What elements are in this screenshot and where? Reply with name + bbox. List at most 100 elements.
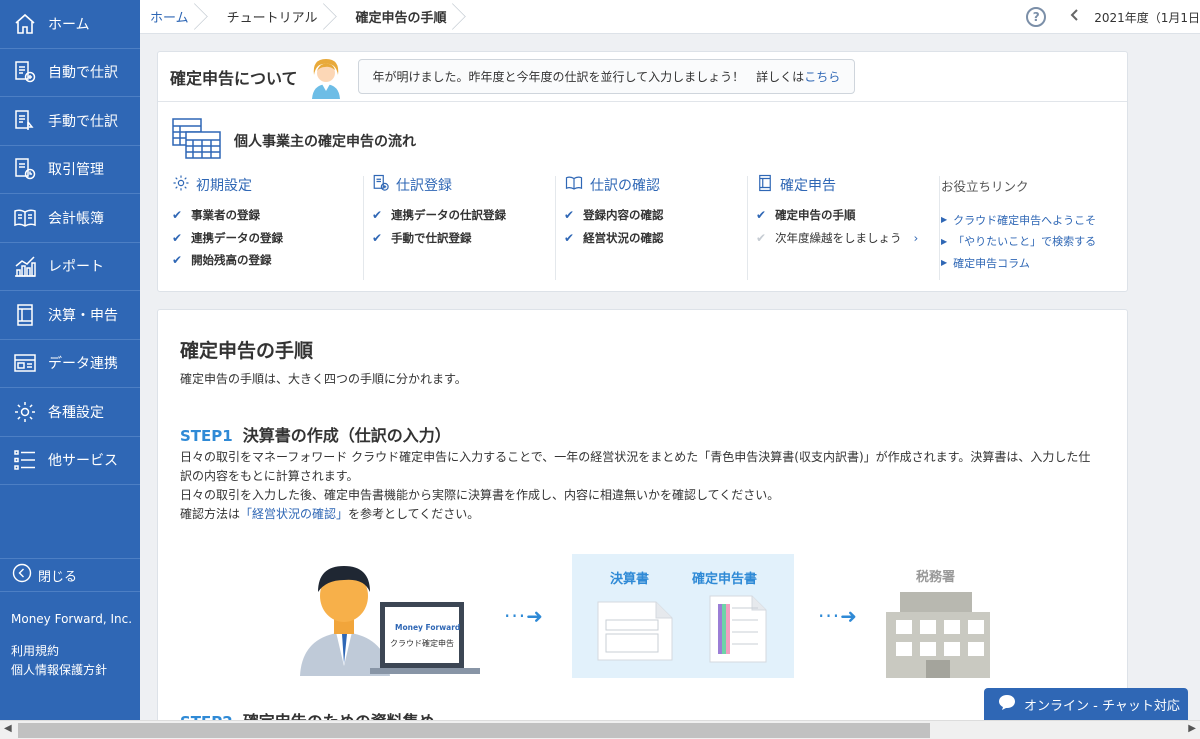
flow-check-label: 連携データの仕訳登録 bbox=[391, 208, 507, 223]
business-status-link[interactable]: 「経営状況の確認」 bbox=[240, 507, 348, 521]
flow-column-head: 初期設定 bbox=[196, 178, 252, 194]
fiscal-year-selector[interactable]: 2021年度（1月1日 bbox=[1094, 9, 1200, 26]
tax-return-form-label: 確定申告書 bbox=[692, 572, 758, 587]
chevron-left-icon[interactable] bbox=[1070, 9, 1080, 25]
step1-paragraph: 日々の取引をマネーフォワード クラウド確定申告に入力することで、一年の経営状況を… bbox=[180, 450, 1091, 483]
sidebar-item-data-link[interactable]: データ連携 bbox=[0, 340, 140, 388]
settlement-icon bbox=[756, 174, 774, 196]
useful-link[interactable]: ▶ 確定申告コラム bbox=[941, 252, 1096, 274]
sidebar-item-report[interactable]: レポート bbox=[0, 243, 140, 291]
breadcrumb-home[interactable]: ホーム bbox=[140, 0, 201, 34]
tax-return-document-icon bbox=[708, 594, 768, 668]
help-icon[interactable]: ? bbox=[1026, 7, 1047, 27]
breadcrumb-home-link[interactable]: ホーム bbox=[150, 7, 189, 26]
flow-check-item[interactable]: ✔ 経営状況の確認 bbox=[564, 227, 747, 250]
step1-paragraph: 確認方法は「経営状況の確認」を参考としてください。 bbox=[180, 505, 1100, 524]
useful-link-label: 確定申告コラム bbox=[953, 256, 1030, 270]
flow-check-label: 手動で仕訳登録 bbox=[391, 230, 472, 245]
privacy-link[interactable]: 個人情報保護方針 bbox=[11, 661, 107, 680]
sidebar-item-manual-journal[interactable]: 手動で仕訳 bbox=[0, 97, 140, 146]
flow-column-tax-return: 確定申告 ✔ 確定申告の手順 ✔ 次年度繰越をしましょう › bbox=[748, 174, 940, 280]
horizontal-scrollbar[interactable]: ◀ ▶ bbox=[0, 720, 1200, 739]
tax-forms-icon bbox=[172, 118, 222, 164]
close-label: 閉じる bbox=[38, 569, 78, 585]
sidebar-item-home[interactable]: ホーム bbox=[0, 0, 140, 49]
flow-column-journal-review: 仕訳の確認 ✔ 登録内容の確認 ✔ 経営状況の確認 bbox=[556, 176, 748, 280]
documents-box: 決算書 確定申告書 bbox=[572, 554, 794, 678]
home-icon bbox=[12, 11, 38, 37]
scroll-right-icon[interactable]: ▶ bbox=[1188, 723, 1196, 734]
assistant-avatar bbox=[308, 55, 344, 99]
check-icon: ✔ bbox=[372, 230, 383, 245]
flow-check-label: 確定申告の手順 bbox=[775, 208, 856, 223]
flow-check-item-pending[interactable]: ✔ 次年度繰越をしましょう › bbox=[756, 227, 939, 250]
sidebar-item-auto-journal[interactable]: 自動で仕訳 bbox=[0, 49, 140, 97]
flow-check-item[interactable]: ✔ 開始残高の登録 bbox=[172, 249, 363, 272]
sidebar-item-books[interactable]: 会計帳簿 bbox=[0, 194, 140, 243]
sidebar-item-settlement[interactable]: 決算・申告 bbox=[0, 291, 140, 340]
useful-link[interactable]: ▶ 「やりたいこと」で検索する bbox=[941, 231, 1096, 253]
list-icon bbox=[12, 447, 38, 473]
sidebar-item-label: 決算・申告 bbox=[48, 307, 118, 324]
flow-column-head: 仕訳の確認 bbox=[590, 178, 660, 194]
flow-check-label: 次年度繰越をしましょう bbox=[775, 230, 902, 245]
gear-icon bbox=[12, 399, 38, 425]
step1-text: 確認方法は bbox=[180, 507, 241, 521]
triangle-right-icon: ▶ bbox=[941, 258, 948, 268]
useful-link-label: 「やりたいこと」で検索する bbox=[953, 235, 1097, 249]
tax-office-building-icon bbox=[886, 592, 990, 682]
terms-link[interactable]: 利用規約 bbox=[11, 642, 107, 661]
flow-column-journal-entry: 仕訳登録 ✔ 連携データの仕訳登録 ✔ 手動で仕訳登録 bbox=[364, 174, 556, 280]
flow-check-label: 連携データの登録 bbox=[191, 230, 284, 245]
check-icon: ✔ bbox=[172, 253, 183, 268]
about-title: 確定申告について bbox=[170, 68, 298, 88]
useful-link-label: クラウド確定申告へようこそ bbox=[953, 213, 1097, 227]
arrow-right-icon: ···➜ bbox=[818, 604, 858, 628]
flow-check-label: 登録内容の確認 bbox=[583, 208, 664, 223]
triangle-right-icon: ▶ bbox=[941, 236, 948, 246]
flow-check-item[interactable]: ✔ 確定申告の手順 bbox=[756, 204, 939, 227]
step1-description: 日々の取引をマネーフォワード クラウド確定申告に入力することで、一年の経営状況を… bbox=[180, 448, 1100, 524]
useful-link[interactable]: ▶ クラウド確定申告へようこそ bbox=[941, 209, 1096, 231]
tax-return-steps-card: 確定申告の手順 確定申告の手順は、大きく四つの手順に分かれます。 STEP1 決… bbox=[157, 309, 1128, 729]
flow-check-item[interactable]: ✔ 事業者の登録 bbox=[172, 204, 363, 227]
user-with-laptop-illustration: Money Forward クラウド確定申告 bbox=[298, 558, 484, 680]
steps-intro: 確定申告の手順は、大きく四つの手順に分かれます。 bbox=[180, 372, 467, 386]
scrollbar-thumb[interactable] bbox=[18, 723, 930, 738]
about-message-text: 年が明けました。昨年度と今年度の仕訳を並行して入力しましょう！ 詳しくは bbox=[372, 70, 805, 84]
sidebar-item-transactions[interactable]: 取引管理 bbox=[0, 146, 140, 194]
check-icon: ✔ bbox=[564, 230, 575, 245]
gear-icon bbox=[172, 174, 190, 196]
top-bar: ホーム チュートリアル 確定申告の手順 ? 2021年度（1月1日 bbox=[140, 0, 1200, 34]
flow-column-head: 仕訳登録 bbox=[396, 178, 452, 194]
flow-check-item[interactable]: ✔ 登録内容の確認 bbox=[564, 204, 747, 227]
sidebar-item-settings[interactable]: 各種設定 bbox=[0, 388, 140, 437]
flow-check-label: 事業者の登録 bbox=[191, 208, 261, 223]
breadcrumb-current-label: 確定申告の手順 bbox=[355, 11, 447, 26]
settlement-icon bbox=[12, 302, 38, 328]
check-icon: ✔ bbox=[756, 208, 767, 223]
sidebar-item-other-services[interactable]: 他サービス bbox=[0, 437, 140, 485]
sidebar-item-label: 自動で仕訳 bbox=[48, 65, 118, 82]
check-icon: ✔ bbox=[172, 230, 183, 245]
breadcrumb-current: 確定申告の手順 bbox=[346, 0, 459, 34]
breadcrumb-tutorial[interactable]: チュートリアル bbox=[217, 0, 330, 34]
sidebar-item-label: データ連携 bbox=[48, 356, 118, 373]
transaction-icon bbox=[12, 156, 38, 182]
flow-check-item[interactable]: ✔ 連携データの登録 bbox=[172, 227, 363, 250]
sidebar-item-label: レポート bbox=[48, 259, 104, 276]
laptop-product-text: クラウド確定申告 bbox=[390, 638, 454, 648]
data-link-icon bbox=[12, 350, 38, 376]
step1-number: STEP1 bbox=[180, 427, 233, 445]
flow-check-item[interactable]: ✔ 手動で仕訳登録 bbox=[372, 227, 555, 250]
sidebar-close-button[interactable]: 閉じる bbox=[0, 558, 140, 592]
flow-check-item[interactable]: ✔ 連携データの仕訳登録 bbox=[372, 204, 555, 227]
scroll-left-icon[interactable]: ◀ bbox=[4, 723, 12, 734]
useful-links: お役立ちリンク ▶ クラウド確定申告へようこそ ▶ 「やりたいこと」で検索する ▶ 確… bbox=[941, 176, 1096, 274]
sidebar-item-label: 各種設定 bbox=[48, 404, 104, 421]
tax-office-label: 税務署 bbox=[916, 570, 956, 585]
about-more-link[interactable]: こちら bbox=[804, 70, 840, 84]
online-chat-button[interactable]: オンライン - チャット対応 bbox=[984, 688, 1188, 720]
page-title: 確定申告の手順 bbox=[180, 340, 314, 362]
flow-column-head: 確定申告 bbox=[780, 178, 836, 194]
